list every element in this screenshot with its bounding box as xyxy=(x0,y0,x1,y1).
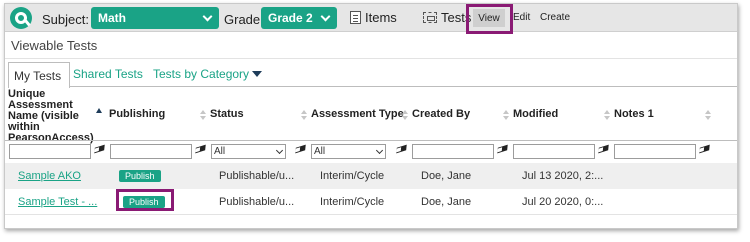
clear-filter-icon[interactable] xyxy=(195,144,206,154)
tab-shared-tests[interactable]: Shared Tests xyxy=(73,62,143,86)
tab-my-tests[interactable]: My Tests xyxy=(8,62,70,88)
sort-icon xyxy=(200,110,207,122)
subject-label: Subject: xyxy=(42,12,89,27)
created-by-cell: Doe, Jane xyxy=(421,170,472,182)
sort-icon xyxy=(402,110,409,122)
items-label: Items xyxy=(365,10,397,25)
view-highlight-box xyxy=(466,4,513,34)
grade-value: Grade 2 xyxy=(268,11,313,25)
status-filter-select[interactable]: All xyxy=(211,144,286,159)
sort-ascending-icon xyxy=(96,108,102,113)
created-by-cell: Doe, Jane xyxy=(421,196,472,208)
items-menu[interactable]: Items xyxy=(350,10,397,25)
app-logo-icon[interactable] xyxy=(10,7,32,29)
items-icon xyxy=(350,11,361,24)
table-row[interactable]: Sample AKO Publish Publishable/u... Inte… xyxy=(5,163,737,189)
clear-filter-icon[interactable] xyxy=(598,144,609,154)
column-header-assessment-type[interactable]: Assessment Type xyxy=(311,88,411,140)
subject-value: Math xyxy=(98,11,126,25)
column-header-status-label: Status xyxy=(210,108,244,120)
page-title: Viewable Tests xyxy=(11,38,98,53)
status-filter-value: All xyxy=(214,146,226,157)
divider xyxy=(70,86,737,87)
divider xyxy=(5,58,737,59)
modified-cell: Jul 13 2020, 2:... xyxy=(522,170,604,182)
sort-icon xyxy=(604,110,611,122)
publish-button[interactable]: Publish xyxy=(119,170,161,182)
column-header-modified-label: Modified xyxy=(513,108,559,120)
assessment-type-filter-value: All xyxy=(314,146,326,157)
column-header-assessment-type-label: Assessment Type xyxy=(311,108,404,120)
assessment-type-cell: Interim/Cycle xyxy=(320,196,385,208)
grade-label: Grade: xyxy=(224,12,264,27)
status-cell: Publishable/u... xyxy=(219,170,295,182)
divider xyxy=(5,140,737,141)
subject-dropdown[interactable]: Math xyxy=(91,7,219,29)
status-cell: Publishable/u... xyxy=(219,196,295,208)
column-header-notes-label: Notes 1 xyxy=(614,108,654,120)
assessment-type-cell: Interim/Cycle xyxy=(320,170,385,182)
chevron-down-icon xyxy=(275,146,284,155)
sort-icon xyxy=(503,110,510,122)
publish-highlight-box xyxy=(116,189,174,211)
assessment-type-filter-select[interactable]: All xyxy=(311,144,386,159)
column-header-name-label: Unique Assessment Name (visible within P… xyxy=(8,88,94,144)
sort-icon xyxy=(301,110,308,122)
clear-filter-icon[interactable] xyxy=(94,144,105,154)
tests-menu[interactable]: Tests xyxy=(423,10,471,25)
notes-filter-input[interactable] xyxy=(614,144,696,159)
tab-tests-by-category[interactable]: Tests by Category xyxy=(153,62,263,86)
caret-down-icon xyxy=(252,71,263,77)
column-header-publishing-label: Publishing xyxy=(109,108,166,120)
table-row[interactable]: Sample Test - ... Publish Publishable/u.… xyxy=(5,189,737,215)
modified-cell: Jul 20 2020, 0:... xyxy=(522,196,604,208)
edit-button[interactable]: Edit xyxy=(513,12,530,23)
test-name-link[interactable]: Sample Test - ... xyxy=(18,196,97,208)
toolbar: Subject: Math Grade: Grade 2 Items Tests… xyxy=(5,4,737,32)
chevron-down-icon xyxy=(320,11,331,22)
column-header-modified[interactable]: Modified xyxy=(513,88,613,140)
clear-filter-icon[interactable] xyxy=(497,144,508,154)
clear-filter-icon[interactable] xyxy=(699,144,710,154)
grade-dropdown[interactable]: Grade 2 xyxy=(261,7,337,29)
column-header-status[interactable]: Status xyxy=(210,88,310,140)
column-header-publishing[interactable]: Publishing xyxy=(109,88,209,140)
app-window: Subject: Math Grade: Grade 2 Items Tests… xyxy=(4,3,738,229)
chevron-down-icon xyxy=(375,146,384,155)
sort-icon xyxy=(705,110,712,122)
test-name-link[interactable]: Sample AKO xyxy=(18,170,81,182)
tests-icon xyxy=(423,12,437,23)
created-by-filter-input[interactable] xyxy=(412,144,494,159)
clear-filter-icon[interactable] xyxy=(396,144,407,154)
name-filter-input[interactable] xyxy=(9,144,91,159)
modified-filter-input[interactable] xyxy=(513,144,595,159)
clear-filter-icon[interactable] xyxy=(295,144,306,154)
column-header-created-by[interactable]: Created By xyxy=(412,88,512,140)
create-button[interactable]: Create xyxy=(540,12,570,23)
publishing-filter-input[interactable] xyxy=(110,144,192,159)
column-header-name[interactable]: Unique Assessment Name (visible within P… xyxy=(8,88,108,144)
chevron-down-icon xyxy=(202,11,213,22)
column-header-notes[interactable]: Notes 1 xyxy=(614,88,714,140)
column-header-created-by-label: Created By xyxy=(412,108,471,120)
tab-tests-by-category-label: Tests by Category xyxy=(153,67,250,81)
